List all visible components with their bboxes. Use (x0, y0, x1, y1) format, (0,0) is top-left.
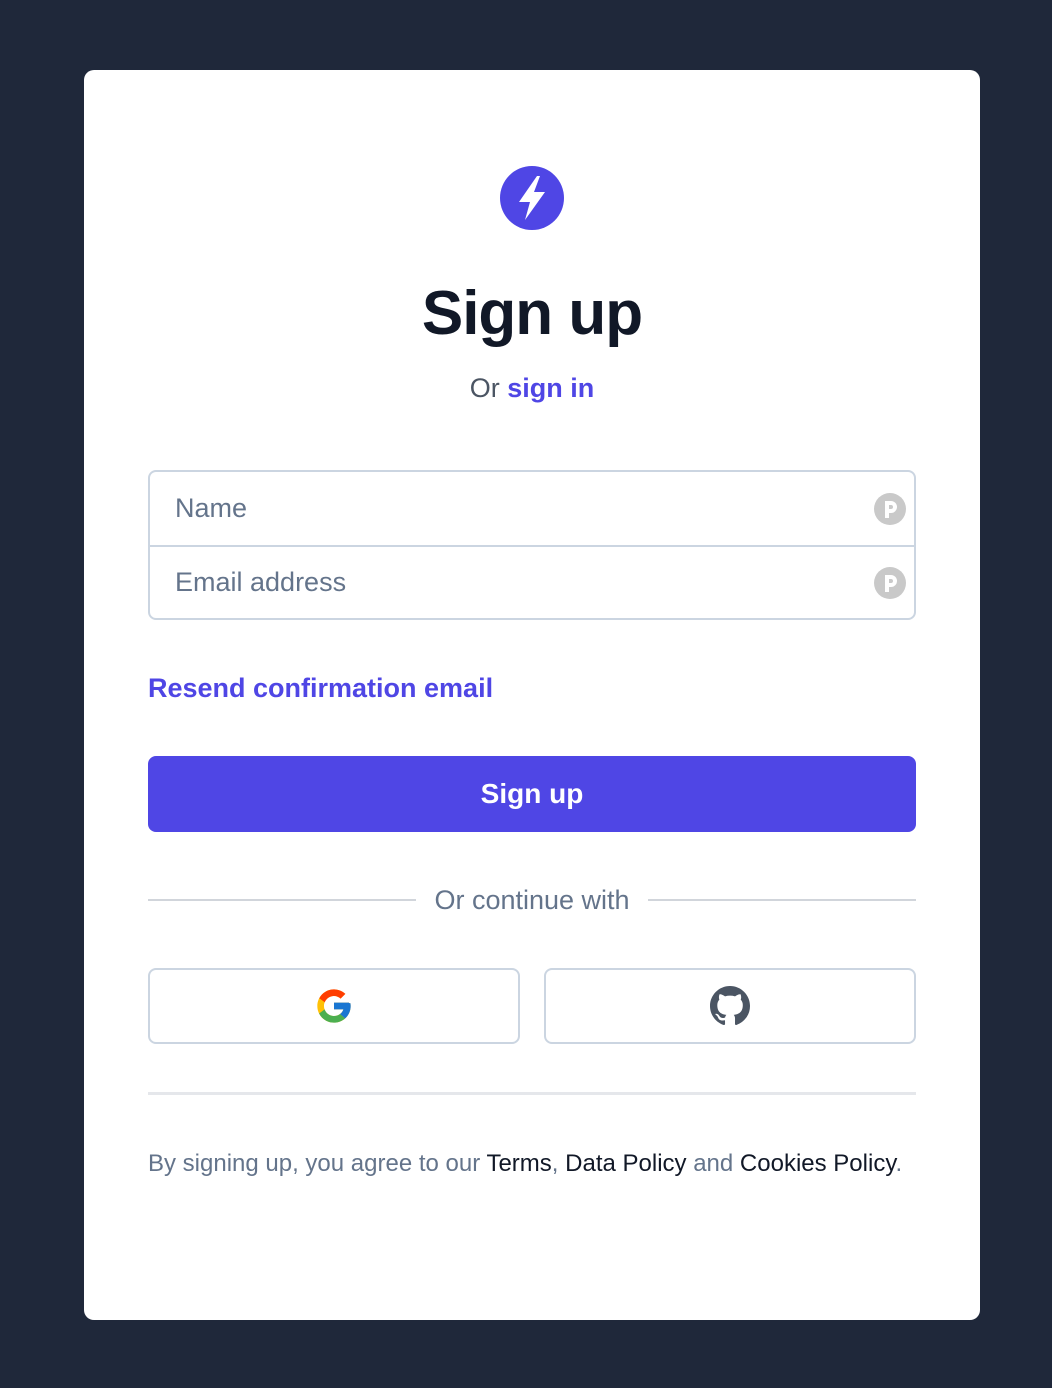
github-signin-button[interactable] (544, 968, 916, 1044)
cookies-policy-link[interactable]: Cookies Policy (740, 1150, 896, 1177)
name-field-row (150, 472, 914, 545)
divider-label: Or continue with (434, 884, 630, 915)
google-icon (317, 989, 351, 1023)
name-input[interactable] (150, 472, 914, 545)
terms-prefix: By signing up, you agree to our (148, 1150, 481, 1177)
terms-period: . (895, 1150, 903, 1177)
subtitle-prefix: Or (469, 373, 500, 403)
or-continue-divider: Or continue with (148, 882, 916, 918)
sign-in-link[interactable]: sign in (507, 373, 594, 403)
password-manager-icon[interactable] (874, 566, 906, 599)
section-divider (148, 1092, 916, 1095)
sign-up-button[interactable]: Sign up (148, 756, 916, 832)
email-input[interactable] (150, 547, 914, 618)
signup-card: Sign up Or sign in Resend confirmation e… (84, 70, 980, 1320)
signup-fields (148, 470, 916, 620)
terms-comma: , (551, 1150, 559, 1177)
divider-line-right (647, 899, 916, 901)
divider-line-left (148, 899, 417, 901)
terms-and: and (693, 1150, 734, 1177)
subtitle: Or sign in (84, 370, 980, 406)
password-manager-icon[interactable] (874, 492, 906, 525)
page-title: Sign up (421, 279, 643, 348)
terms-link[interactable]: Terms (486, 1150, 551, 1177)
google-signin-button[interactable] (148, 968, 520, 1044)
email-field-row (150, 545, 914, 618)
terms-notice: By signing up, you agree to our Terms, D… (148, 1144, 916, 1184)
data-policy-link[interactable]: Data Policy (565, 1150, 686, 1177)
lightning-bolt-icon (500, 166, 564, 230)
github-icon (710, 986, 750, 1026)
resend-confirmation-link[interactable]: Resend confirmation email (148, 670, 493, 706)
